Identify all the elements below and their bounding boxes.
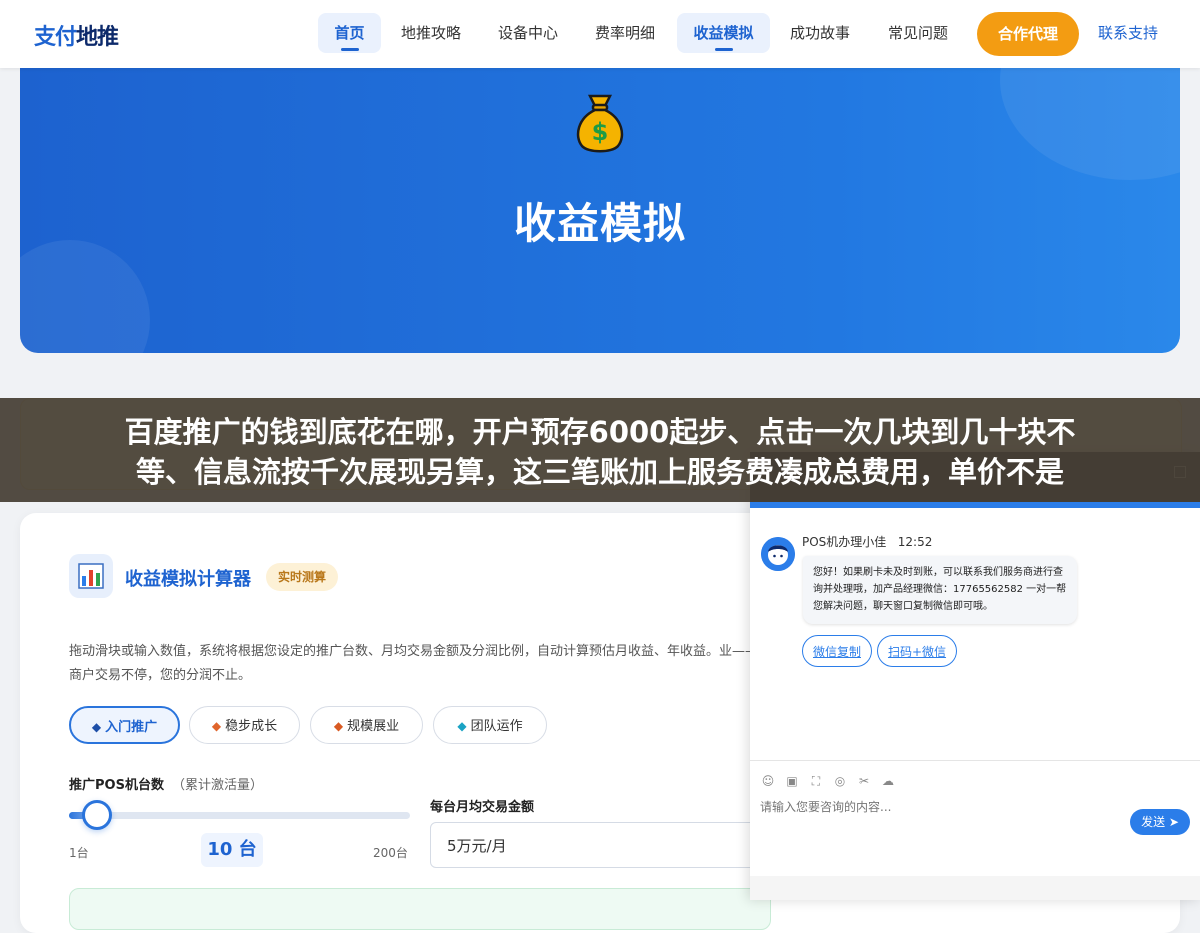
- result-panel: [69, 888, 771, 930]
- nav-item-earnings-sim[interactable]: 收益模拟: [677, 13, 770, 53]
- partner-cta-button[interactable]: 合作代理: [977, 12, 1079, 56]
- caption-line-2: 等、信息流按千次展现另算，这三笔账加上服务费凑成总费用，单价不是: [135, 455, 1064, 489]
- diamond-icon: ◆: [333, 719, 344, 733]
- gem-icon: ◆: [457, 719, 467, 733]
- send-button[interactable]: 发送 ➤: [1130, 809, 1190, 835]
- top-navigation: 支付地推 首页 地推攻略 设备中心 费率明细 收益模拟 成功故事 常见问题 合作…: [0, 0, 1200, 68]
- preset-label: 入门推广: [105, 720, 158, 735]
- pos-count-title: 推广POS机台数: [69, 778, 164, 793]
- image-icon[interactable]: ▣: [784, 773, 800, 789]
- agent-name-line: POS机办理小佳 12:52: [802, 533, 932, 550]
- preset-label: 团队运作: [470, 719, 523, 734]
- pos-count-label: 推广POS机台数 （累计激活量）: [69, 774, 263, 793]
- calculator-title: 收益模拟计算器: [125, 569, 251, 590]
- rating-icon[interactable]: ◎: [832, 773, 848, 789]
- nav-item-rates[interactable]: 费率明细: [585, 13, 665, 53]
- caption-line-1: 百度推广的钱到底花在哪，开户预存6000起步、点击一次几块到几十块不: [124, 415, 1076, 449]
- nav-item-faq[interactable]: 常见问题: [878, 13, 958, 53]
- preset-beginner[interactable]: ◆ 入门推广: [69, 706, 180, 744]
- nav-item-stories[interactable]: 成功故事: [780, 13, 860, 53]
- slider-max-label: 200台: [373, 846, 408, 860]
- preset-label: 规模展业: [347, 719, 400, 734]
- contact-support-link[interactable]: 联系支持: [1098, 13, 1158, 53]
- nav-item-guide[interactable]: 地推攻略: [391, 13, 471, 53]
- diamond-icon: ◆: [91, 720, 102, 734]
- brand-logo[interactable]: 支付地推: [34, 19, 119, 51]
- monthly-volume-select[interactable]: 5万元/月: [430, 822, 770, 868]
- wechat-icon[interactable]: ☁: [880, 773, 896, 789]
- copy-wechat-button[interactable]: 微信复制: [802, 635, 872, 667]
- pos-count-hint: （累计激活量）: [171, 778, 263, 793]
- pos-count-slider[interactable]: [69, 812, 410, 819]
- emoji-icon[interactable]: ☺: [760, 773, 776, 789]
- calculator-description: 拖动滑块或输入数值，系统将根据您设定的推广台数、月均交易金额及分润比例，自动计算…: [69, 644, 759, 683]
- agent-name: POS机办理小佳: [802, 535, 887, 549]
- screenshot-icon[interactable]: ⛶: [808, 773, 824, 789]
- scan-wechat-button[interactable]: 扫码+微信: [877, 635, 957, 667]
- chat-message: 您好！如果刷卡未及时到账，可以联系我们服务商进行查询并处理哦，加产品经理微信：1…: [803, 556, 1077, 624]
- pos-count-slider-handle[interactable]: [82, 800, 112, 830]
- bar-chart-icon: [69, 554, 113, 598]
- svg-text:$: $: [592, 118, 609, 146]
- chat-toolbar: ☺ ▣ ⛶ ◎ ✂ ☁: [760, 770, 904, 789]
- preset-steady[interactable]: ◆ 稳步成长: [189, 706, 300, 744]
- message-time: 12:52: [897, 535, 933, 549]
- slider-min-label: 1台: [69, 846, 89, 860]
- preset-scale[interactable]: ◆ 规模展业: [310, 706, 423, 744]
- brand-name-part1: 支付: [34, 25, 77, 50]
- hero-title: 收益模拟: [513, 199, 686, 248]
- preset-team[interactable]: ◆ 团队运作: [433, 706, 547, 744]
- realtime-badge: 实时测算: [266, 563, 338, 591]
- nav-item-devices[interactable]: 设备中心: [488, 13, 568, 53]
- money-bag-icon: $: [576, 94, 624, 153]
- chat-footer: [750, 876, 1200, 900]
- decor-circle: [20, 240, 150, 353]
- preset-label: 稳步成长: [225, 719, 278, 734]
- caption-overlay: 百度推广的钱到底花在哪，开户预存6000起步、点击一次几块到几十块不 等、信息流…: [0, 398, 1200, 502]
- nav-item-home[interactable]: 首页: [318, 13, 381, 53]
- chat-header-accent: [750, 502, 1200, 508]
- scissors-icon[interactable]: ✂: [856, 773, 872, 789]
- monthly-volume-label: 每台月均交易金额: [430, 800, 535, 815]
- chat-widget: POS机办理小佳 12:52 您好！如果刷卡未及时到账，可以联系我们服务商进行查…: [750, 452, 1200, 900]
- chat-message-input[interactable]: [760, 800, 1120, 814]
- hero-banner: $ 收益模拟: [20, 40, 1180, 353]
- chat-divider: [750, 760, 1200, 761]
- brand-name-part2: 地推: [76, 25, 119, 50]
- diamond-icon: ◆: [211, 719, 222, 733]
- pos-count-value[interactable]: 10 台: [201, 833, 263, 867]
- agent-avatar: [761, 537, 795, 571]
